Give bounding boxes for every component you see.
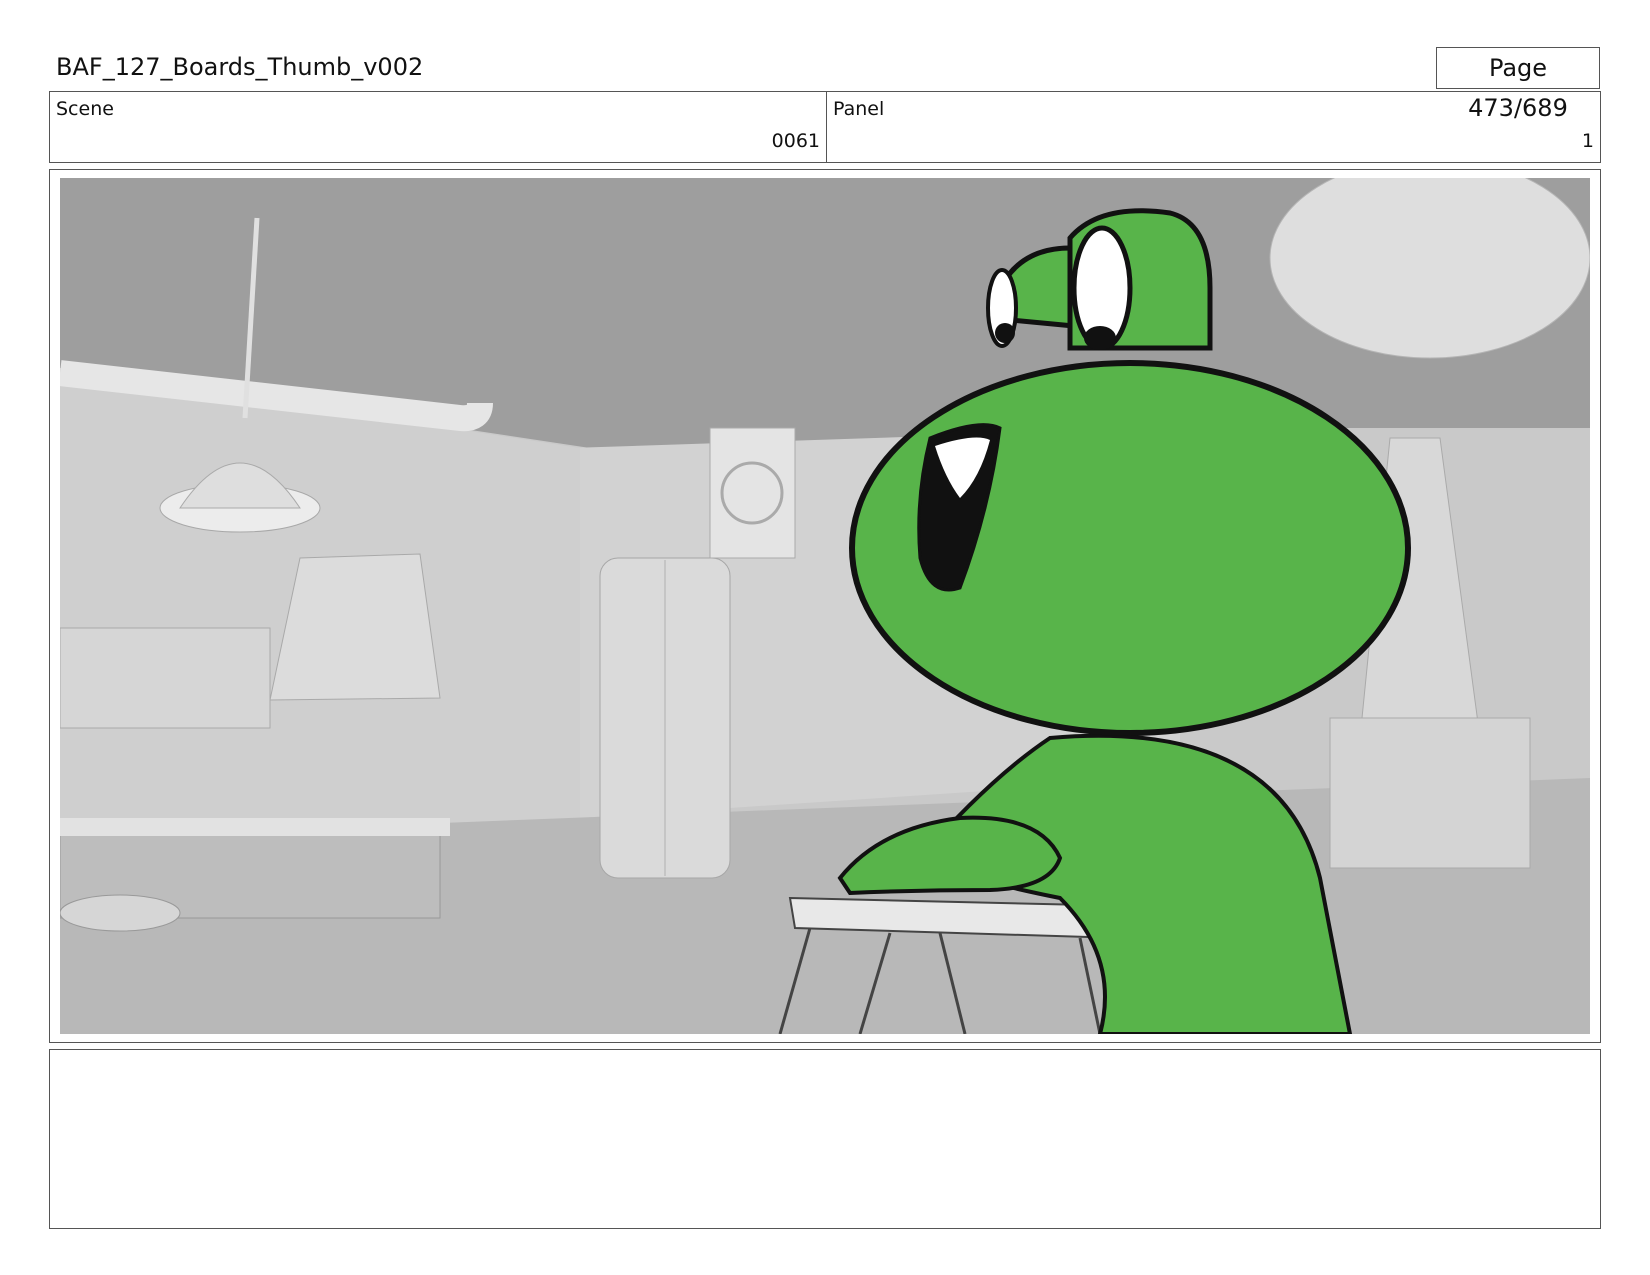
- panel-label: Panel: [833, 98, 885, 120]
- storyboard-frame: [49, 169, 1601, 1043]
- panel-value: 1: [1581, 130, 1594, 152]
- panel-cell: Panel 1: [827, 92, 1600, 162]
- left-cabinets: [60, 627, 271, 729]
- notes-area: [49, 1049, 1601, 1229]
- scene-cell: Scene 0061: [50, 92, 827, 162]
- stool: [60, 894, 181, 932]
- scene-label: Scene: [56, 98, 114, 120]
- panel-drawing: [60, 178, 1590, 1034]
- page-number: Page 473/689: [1436, 47, 1600, 122]
- document-title: BAF_127_Boards_Thumb_v002: [56, 53, 424, 81]
- info-bar: Scene 0061 Panel 1: [49, 91, 1601, 163]
- scene-value: 0061: [771, 130, 820, 152]
